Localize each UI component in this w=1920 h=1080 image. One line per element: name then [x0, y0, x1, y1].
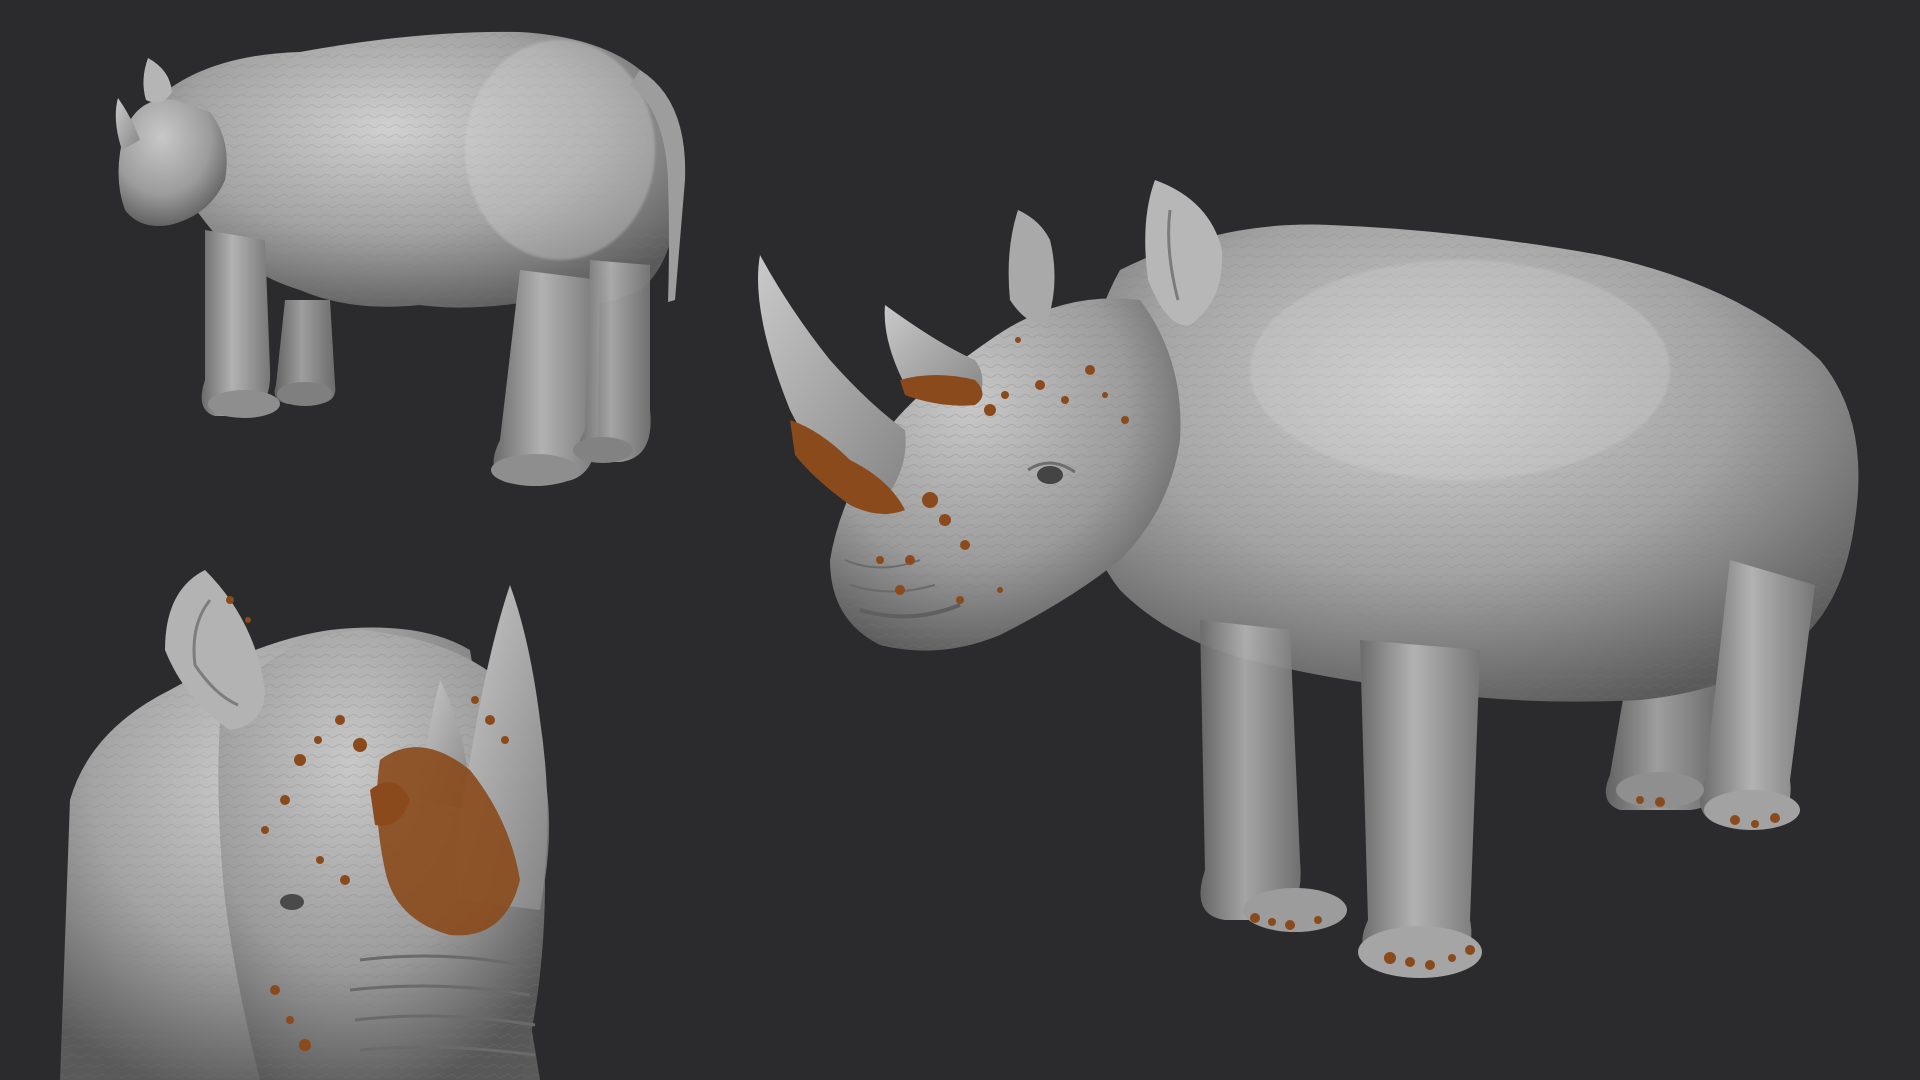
side-view-foot	[1243, 888, 1347, 932]
rear-view-foot	[277, 382, 333, 406]
side-view-front-leg-near	[1360, 640, 1480, 965]
side-view-eye	[1037, 466, 1063, 484]
rear-view-foot	[573, 437, 633, 463]
rear-view-hind-leg-right	[578, 260, 651, 462]
rear-view-front-leg	[201, 230, 271, 416]
rear-view-foot	[208, 390, 280, 418]
side-view-front-leg-far	[1200, 620, 1301, 920]
side-view-foot	[1358, 926, 1482, 978]
render-image	[0, 0, 1920, 1080]
viewport-canvas	[0, 0, 1920, 1080]
front-view-eye	[280, 894, 304, 910]
rear-view-foot	[491, 454, 579, 486]
